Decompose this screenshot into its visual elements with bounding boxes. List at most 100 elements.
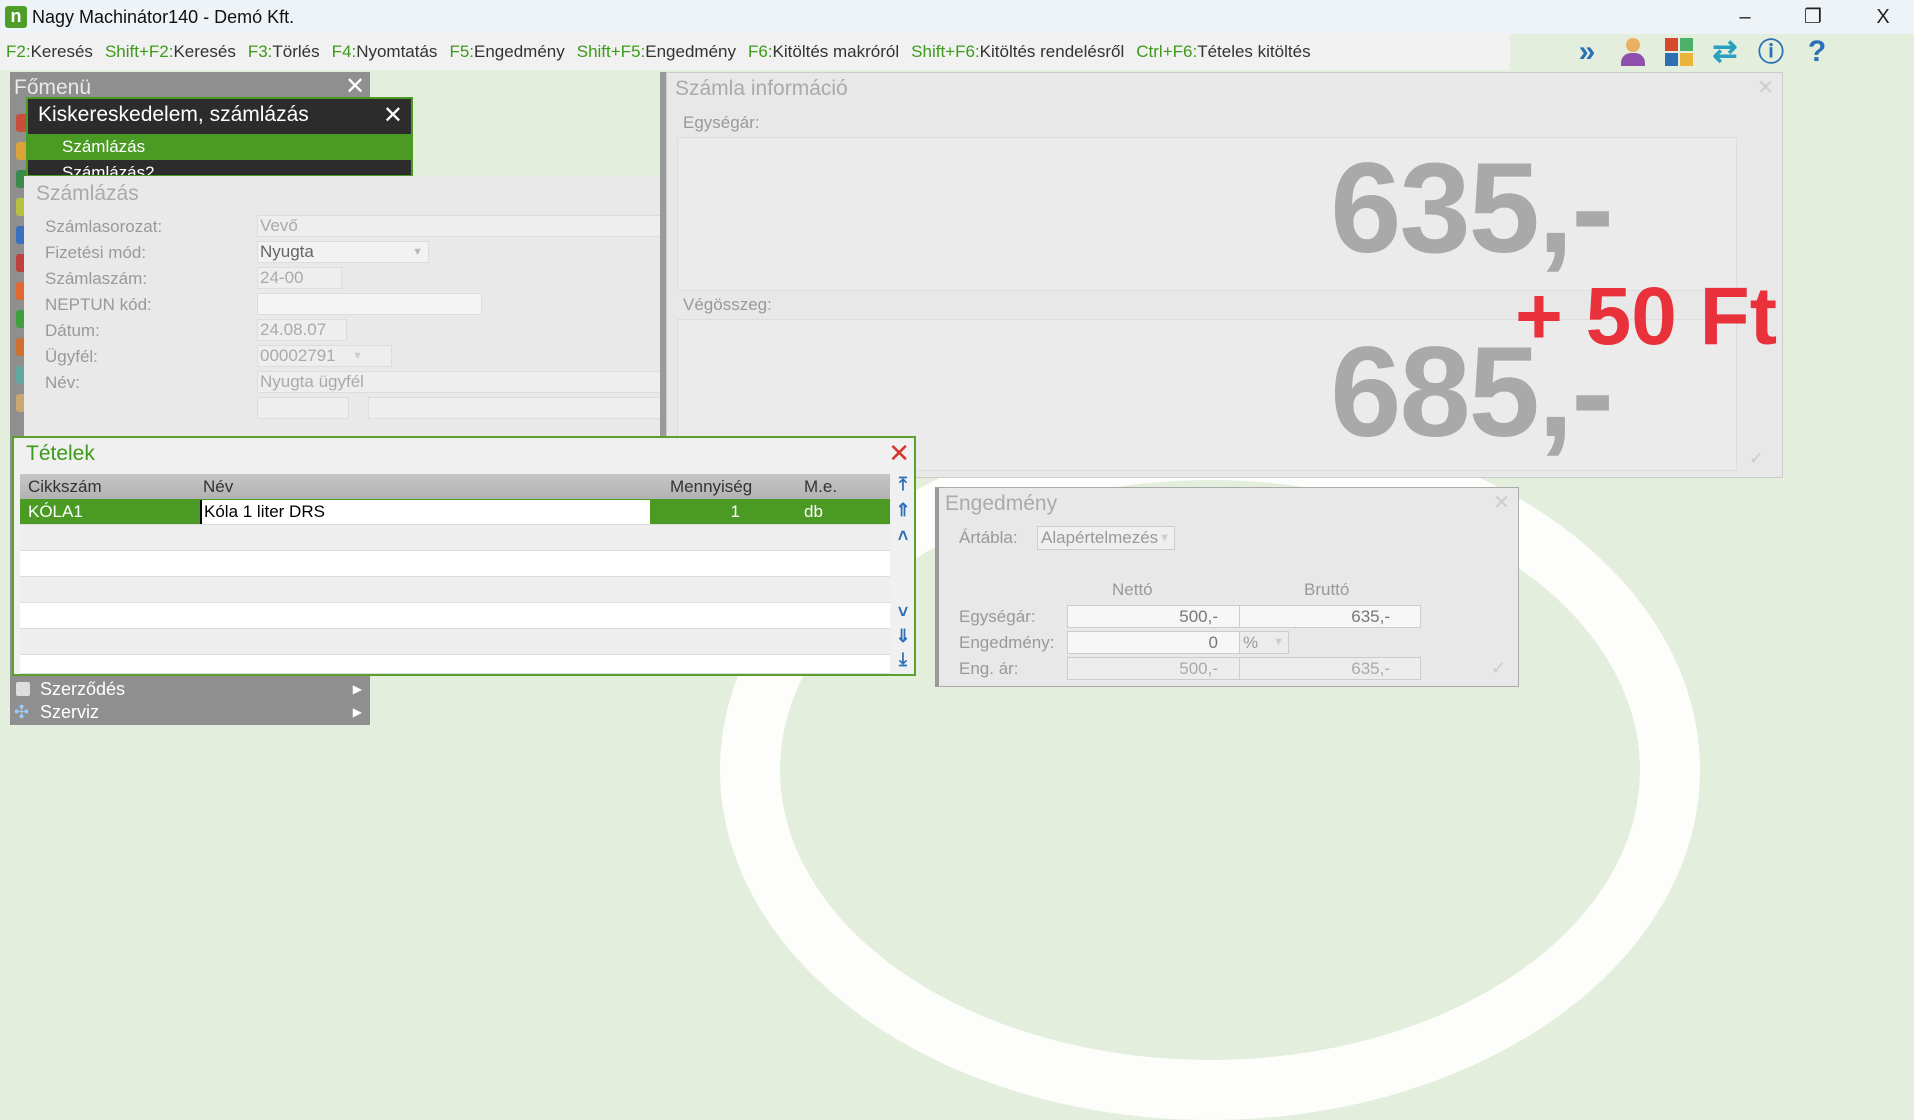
customer-field[interactable]: 00002791 ▼	[257, 345, 392, 367]
table-row[interactable]	[20, 525, 890, 551]
field-label: Fizetési mód:	[45, 243, 147, 262]
field-label: Név:	[45, 373, 80, 392]
minimize-button[interactable]: –	[1720, 2, 1770, 32]
close-icon[interactable]: ✕	[1757, 75, 1774, 100]
field-label: Számlasorozat:	[45, 217, 163, 236]
info-icon[interactable]: ⓘ	[1754, 35, 1788, 69]
name-input[interactable]: Kóla 1 liter DRS	[200, 500, 650, 524]
table-row-selected[interactable]: KÓLA1 Kóla 1 liter DRS 1 db	[20, 499, 890, 525]
dropdown-arrow-icon: ▼	[1159, 532, 1170, 544]
restore-button[interactable]: ❐	[1788, 2, 1838, 32]
close-icon[interactable]: ✕	[383, 101, 403, 130]
toolbar-discount[interactable]: F5:Engedmény	[449, 42, 564, 62]
cell-sku: KÓLA1	[28, 502, 83, 521]
invoicing-form: Számlázás Számlasorozat: Vevő Fizetési m…	[24, 176, 678, 436]
dropdown-arrow-icon: ▼	[412, 246, 423, 258]
col-sku[interactable]: Cikkszám	[28, 477, 102, 497]
submenu-item-invoicing[interactable]: Számlázás	[28, 134, 411, 160]
tiles-icon[interactable]	[1662, 35, 1696, 69]
toolbar: F2:Keresés Shift+F2:Keresés F3:Törlés F4…	[0, 34, 1510, 70]
name-field[interactable]: Nyugta ügyfél	[257, 371, 677, 393]
menu-item-contract[interactable]: Szerződés ▶	[10, 678, 370, 700]
toolbar-label: Kitöltés makróról	[772, 42, 900, 61]
table-row[interactable]	[20, 603, 890, 629]
toolbar-print[interactable]: F4:Nyomtatás	[332, 42, 438, 62]
page-up-icon[interactable]: ⇑	[892, 500, 914, 526]
neptun-code-field[interactable]	[257, 293, 482, 315]
extra-field[interactable]	[368, 397, 678, 419]
extra-field[interactable]	[257, 397, 349, 419]
dropdown-arrow-icon: ▼	[352, 350, 363, 362]
toolbar-itemized-fill[interactable]: Ctrl+F6:Tételes kitöltés	[1136, 42, 1310, 62]
col-unit[interactable]: M.e.	[804, 477, 837, 497]
user-icon[interactable]	[1616, 35, 1650, 69]
close-icon[interactable]: ✕	[1493, 490, 1510, 515]
toolbar-shift-discount[interactable]: Shift+F5:Engedmény	[577, 42, 736, 62]
contract-icon	[16, 682, 30, 696]
toolbar-search[interactable]: F2:Keresés	[6, 42, 93, 62]
toolbar-shift-search[interactable]: Shift+F2:Keresés	[105, 42, 236, 62]
row-label: Engedmény:	[959, 633, 1055, 652]
menu-item-label: Szerviz	[40, 702, 100, 722]
toolbar-fill-order[interactable]: Shift+F6:Kitöltés rendelésről	[911, 42, 1124, 62]
unit-price-label: Egységár:	[683, 113, 760, 132]
shortcut-key: Shift+F5:	[576, 42, 646, 61]
double-chevron-right-icon[interactable]: »	[1570, 35, 1604, 69]
cell-unit: db	[804, 502, 823, 521]
col-name[interactable]: Név	[203, 477, 233, 497]
scroll-up-icon[interactable]: ˄	[892, 526, 914, 552]
col-quantity[interactable]: Mennyiség	[670, 477, 752, 497]
table-row[interactable]	[20, 655, 890, 674]
shortcut-key: Shift+F6:	[911, 42, 980, 61]
field-label: NEPTUN kód:	[45, 295, 152, 314]
swap-arrows-icon[interactable]: ⇄	[1708, 35, 1742, 69]
table-row[interactable]	[20, 629, 890, 655]
toolbar-label: Keresés	[173, 42, 236, 61]
field-value: 00002791	[260, 346, 336, 365]
toolbar-label: Engedmény	[645, 42, 736, 61]
check-icon: ✓	[1748, 448, 1764, 468]
toolbar-label: Tételes kitöltés	[1197, 42, 1311, 61]
toolbar-delete[interactable]: F3:Törlés	[248, 42, 320, 62]
select-value: Alapértelmezés	[1041, 528, 1159, 547]
scroll-top-icon[interactable]: ⤒	[892, 474, 914, 500]
net-discounted-price: 500,-	[1067, 657, 1249, 680]
shortcut-key: Ctrl+F6:	[1136, 42, 1198, 61]
discount-input[interactable]: 0	[1067, 631, 1249, 654]
date-field[interactable]: 24.08.07	[257, 319, 347, 341]
menu-item-service[interactable]: ✣ Szerviz ▶	[10, 700, 370, 725]
table-row[interactable]	[20, 551, 890, 577]
scroll-bottom-icon[interactable]: ⤓	[892, 649, 914, 675]
close-icon[interactable]: ✕	[888, 438, 910, 469]
field-label: Dátum:	[45, 321, 100, 340]
price-table-select[interactable]: Alapértelmezés ▼	[1037, 526, 1175, 550]
gross-unit-price-input[interactable]: 635,-	[1239, 605, 1421, 628]
submenu-item-invoicing2[interactable]: Számlázás2	[28, 160, 411, 175]
net-header: Nettó	[1112, 580, 1153, 599]
table-row[interactable]	[20, 577, 890, 603]
submenu-arrow-icon: ▶	[352, 682, 362, 696]
shortcut-key: Shift+F2:	[104, 42, 174, 61]
panel-title: Számla információ	[675, 77, 848, 100]
net-unit-price-input[interactable]: 500,-	[1067, 605, 1249, 628]
toolbar-fill-macro[interactable]: F6:Kitöltés makróról	[748, 42, 899, 62]
scroll-down-icon[interactable]: ˅	[892, 602, 914, 628]
unit-price-value: 635,-	[1330, 137, 1614, 280]
toolbar-label: Keresés	[30, 42, 93, 61]
window-title: Nagy Machinátor140 - Demó Kft.	[32, 7, 295, 27]
toolbar-label: Engedmény	[474, 42, 565, 61]
invoice-number-field[interactable]: 24-00	[257, 267, 342, 289]
shortcut-key: F3:	[247, 42, 273, 61]
check-icon: ✓	[1490, 658, 1506, 678]
panel-title: Engedmény	[945, 492, 1058, 515]
discount-type-select[interactable]: % ▼	[1239, 631, 1289, 654]
cell-quantity: 1	[730, 502, 740, 521]
help-icon[interactable]: ?	[1800, 35, 1834, 69]
payment-method-select[interactable]: Nyugta ▼	[257, 241, 429, 263]
close-button[interactable]: X	[1858, 2, 1908, 32]
row-label: Eng. ár:	[959, 659, 1019, 678]
retail-submenu: Kiskereskedelem, számlázás ✕ Számlázás S…	[26, 97, 413, 177]
items-window: Tételek ✕ Cikkszám Név Mennyiség M.e. KÓ…	[12, 436, 916, 676]
shortcut-key: F6:	[747, 42, 773, 61]
invoice-series-field[interactable]: Vevő	[257, 215, 677, 237]
